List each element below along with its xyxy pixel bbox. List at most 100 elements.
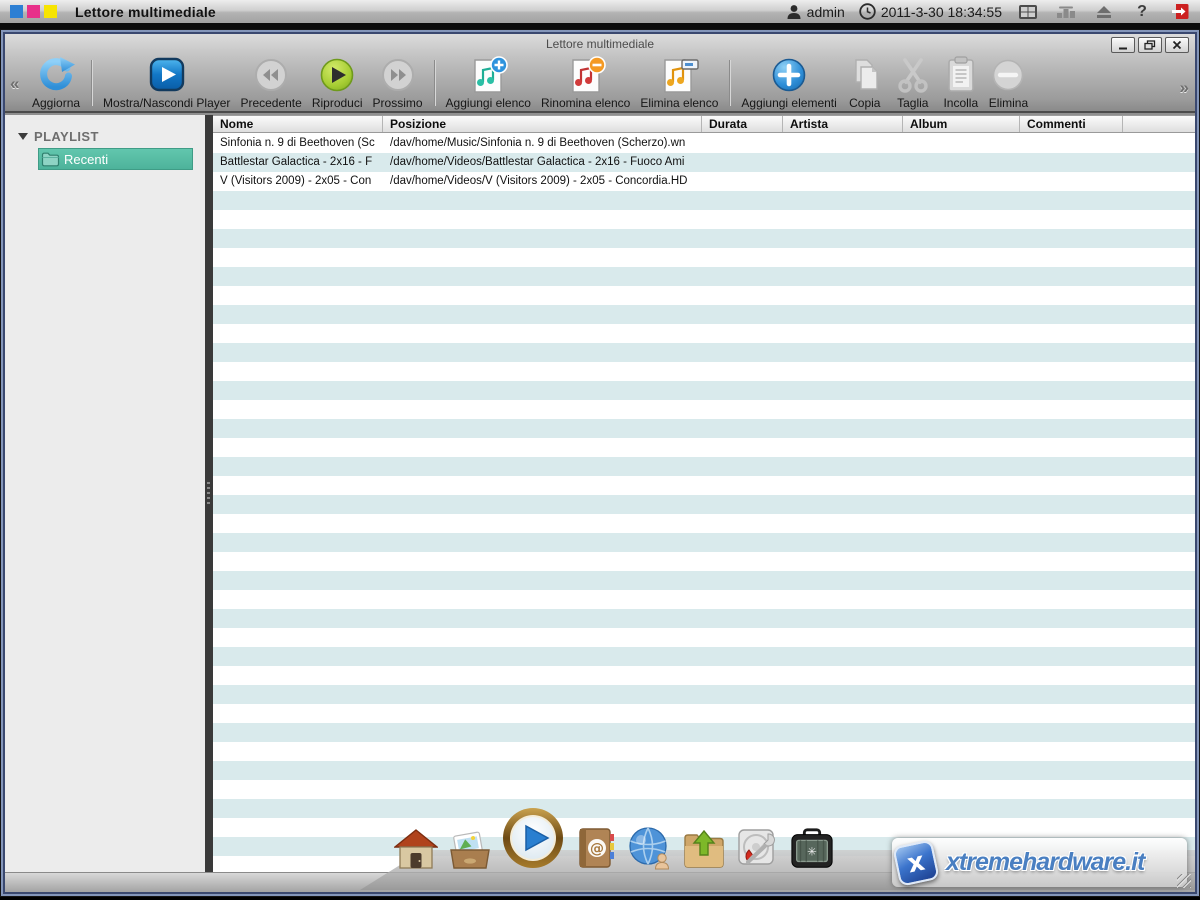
copy-icon <box>847 56 883 94</box>
close-button[interactable] <box>1165 37 1189 53</box>
user-icon <box>786 4 802 20</box>
cell-album <box>903 134 1020 153</box>
table-row[interactable]: V (Visitors 2009) - 2x05 - Con /dav/home… <box>213 172 1195 191</box>
cell-commenti <box>1020 134 1123 153</box>
background-tasks-button[interactable] <box>1054 3 1078 21</box>
restore-button[interactable] <box>1138 37 1162 53</box>
svg-text:@: @ <box>590 841 604 857</box>
toolbar-separator <box>434 60 435 106</box>
cell-album <box>903 153 1020 172</box>
minimize-icon <box>1118 41 1128 50</box>
watermark-logo-icon: x <box>892 839 939 886</box>
eject-icon <box>1095 5 1113 19</box>
clock-indicator: 2011-3-30 18:34:55 <box>859 3 1002 20</box>
logo-square-yellow <box>44 5 57 18</box>
toggle-player-button[interactable]: Mostra/Nascondi Player <box>98 54 235 110</box>
column-header-commenti[interactable]: Commenti <box>1020 116 1123 132</box>
toolbar-separator <box>729 60 730 106</box>
refresh-button[interactable]: Aggiorna <box>27 54 85 110</box>
dock-network-button[interactable] <box>627 824 673 870</box>
logout-button[interactable] <box>1168 3 1192 21</box>
help-button[interactable]: ? <box>1130 3 1154 21</box>
add-playlist-button[interactable]: Aggiungi elenco <box>441 54 536 110</box>
previous-label: Precedente <box>240 96 301 110</box>
next-label: Prossimo <box>373 96 423 110</box>
delete-items-button[interactable]: Elimina <box>984 54 1033 110</box>
sidebar-item-recenti[interactable]: Recenti <box>38 148 193 170</box>
minimize-button[interactable] <box>1111 37 1135 53</box>
dock-media-player-button[interactable] <box>501 804 565 870</box>
column-header-durata[interactable]: Durata <box>702 116 783 132</box>
cell-commenti <box>1020 153 1123 172</box>
cell-artista <box>783 134 903 153</box>
logout-icon <box>1171 3 1190 20</box>
open-windows-button[interactable] <box>1016 3 1040 21</box>
toolbar: Aggiorna Mostra/Nascondi Player <box>5 55 1195 111</box>
paste-icon <box>943 55 979 95</box>
dock-download-button[interactable] <box>681 824 727 870</box>
main-content: PLAYLIST Recenti Nome <box>5 115 1195 872</box>
cell-nome: Sinfonia n. 9 di Beethoven (Sc <box>213 134 383 153</box>
previous-icon <box>253 57 289 93</box>
windows-grid-icon <box>1018 4 1038 20</box>
cut-button[interactable]: Taglia <box>888 54 938 110</box>
cut-icon <box>893 56 933 94</box>
restore-icon <box>1144 40 1156 50</box>
delete-playlist-button[interactable]: Elimina elenco <box>635 54 723 110</box>
sidebar-item-label: Recenti <box>64 152 108 167</box>
column-header-artista[interactable]: Artista <box>783 116 903 132</box>
nas-logo <box>10 5 57 18</box>
home-icon <box>394 828 438 870</box>
player-toggle-icon <box>148 57 186 93</box>
eject-device-button[interactable] <box>1092 3 1116 21</box>
rename-playlist-icon <box>565 55 607 95</box>
table-row[interactable]: Battlestar Galactica - 2x16 - F /dav/hom… <box>213 153 1195 172</box>
copy-button[interactable]: Copia <box>842 54 888 110</box>
playlist-sidebar: PLAYLIST Recenti <box>5 115 205 872</box>
column-header-nome[interactable]: Nome <box>213 116 383 132</box>
cell-posizione: /dav/home/Videos/V (Visitors 2009) - 2x0… <box>383 172 702 191</box>
delete-items-icon <box>990 57 1026 93</box>
table-row[interactable]: Sinfonia n. 9 di Beethoven (Sc /dav/home… <box>213 134 1195 153</box>
topbar-divider <box>0 23 1200 29</box>
cut-label: Taglia <box>897 96 928 110</box>
cell-artista <box>783 172 903 191</box>
play-label: Riproduci <box>312 96 363 110</box>
system-tools-icon: ✳ <box>789 828 835 870</box>
toggle-player-label: Mostra/Nascondi Player <box>103 96 230 110</box>
app-dock: @ <box>393 804 835 870</box>
tasks-podium-icon <box>1056 5 1076 19</box>
column-header-posizione[interactable]: Posizione <box>383 116 702 132</box>
resize-grip[interactable] <box>1177 874 1191 888</box>
playlist-section-label: PLAYLIST <box>34 129 99 144</box>
dock-contacts-button[interactable]: @ <box>573 824 619 870</box>
splitter-grip-icon <box>207 482 210 506</box>
add-playlist-icon <box>467 55 509 95</box>
add-items-label: Aggiungi elementi <box>741 96 836 110</box>
download-icon <box>681 828 727 870</box>
dock-home-button[interactable] <box>393 824 439 870</box>
column-header-album[interactable]: Album <box>903 116 1020 132</box>
next-button[interactable]: Prossimo <box>368 54 428 110</box>
cell-posizione: /dav/home/Videos/Battlestar Galactica - … <box>383 153 702 172</box>
copy-label: Copia <box>849 96 880 110</box>
add-playlist-label: Aggiungi elenco <box>446 96 531 110</box>
media-player-window: Lettore multimediale <box>0 29 1200 897</box>
refresh-label: Aggiorna <box>32 96 80 110</box>
cell-nome: Battlestar Galactica - 2x16 - F <box>213 153 383 172</box>
cell-durata <box>702 134 783 153</box>
topbar-app-title: Lettore multimediale <box>75 4 216 20</box>
user-indicator[interactable]: admin <box>786 4 845 20</box>
next-icon <box>380 57 416 93</box>
dock-photos-button[interactable] <box>447 824 493 870</box>
paste-button[interactable]: Incolla <box>938 54 984 110</box>
dock-system-tools-button[interactable]: ✳ <box>789 824 835 870</box>
sidebar-splitter[interactable] <box>205 115 213 872</box>
previous-button[interactable]: Precedente <box>235 54 306 110</box>
rename-playlist-button[interactable]: Rinomina elenco <box>536 54 635 110</box>
play-button[interactable]: Riproduci <box>307 54 368 110</box>
add-items-button[interactable]: Aggiungi elementi <box>736 54 841 110</box>
playlist-section-header[interactable]: PLAYLIST <box>18 129 99 144</box>
dock-storage-tools-button[interactable] <box>735 824 781 870</box>
clock-icon <box>859 3 876 20</box>
